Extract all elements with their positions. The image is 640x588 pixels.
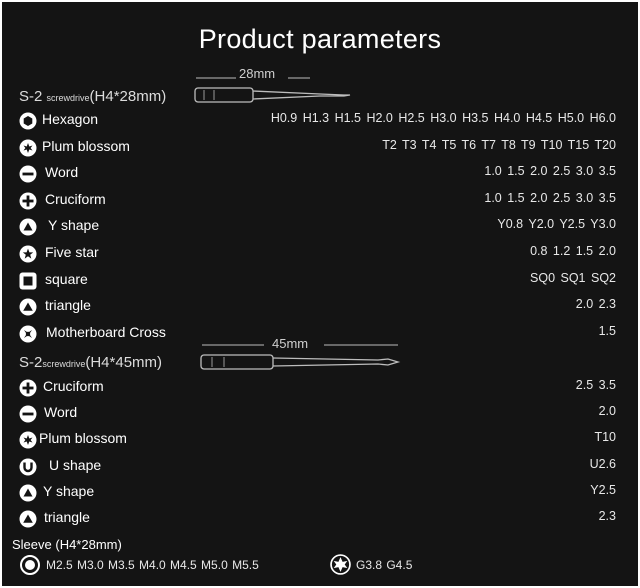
spec-values: 2.0: [598, 404, 616, 419]
five-star-icon: [19, 245, 37, 263]
section-subtitle-small: screwdrive: [42, 359, 86, 369]
triangle-icon: [19, 298, 37, 316]
motherboard-cross-icon: [19, 325, 37, 343]
spec-values: 1.0 1.5 2.0 2.5 3.0 3.5: [484, 190, 616, 205]
section-size: (H4*28mm): [89, 88, 167, 105]
spec-values: Y2.5: [590, 482, 616, 497]
spec-label: Hexagon: [42, 111, 99, 127]
spec-label: square: [45, 270, 88, 287]
spec-values: 2.0 2.3: [575, 297, 616, 312]
triangle-icon: [19, 510, 37, 528]
star-socket-icon: [330, 554, 351, 575]
spec-values: 0.8 1.2 1.5 2.0: [530, 244, 616, 258]
plum-blossom-icon: [19, 431, 37, 449]
spec-label: Y shape: [48, 217, 100, 234]
plum-blossom-icon: [19, 139, 37, 157]
spec-label: Cruciform: [43, 378, 104, 394]
spec-row: Y shape Y2.5: [2, 481, 638, 505]
product-parameters-panel: Product parameters S-2 screwdrive(H4*28m…: [2, 2, 638, 586]
section-prefix: S-2: [19, 88, 47, 105]
word-slot-icon: [19, 405, 37, 423]
spec-row: Plum blossom T10: [2, 428, 638, 452]
y-shape-icon: [19, 218, 37, 236]
u-shape-icon: [19, 458, 37, 476]
spec-label: Motherboard Cross: [46, 323, 166, 340]
spec-label: triangle: [45, 297, 91, 314]
screwdriver-bit-28mm-diagram: [194, 77, 351, 103]
spec-row: square SQ0 SQ1 SQ2: [2, 269, 638, 293]
spec-row: Y shape Y0.8 Y2.0 Y2.5 Y3.0: [2, 215, 638, 239]
section-subtitle-small: screwdrive: [46, 93, 90, 103]
spec-label: Cruciform: [45, 190, 106, 207]
section-header-45mm: S-2screwdrive(H4*45mm): [19, 354, 162, 372]
spec-row: triangle 2.0 2.3: [2, 295, 638, 319]
spec-row: Word 2.0: [2, 402, 638, 426]
spec-label: Plum blossom: [42, 137, 130, 154]
spec-row: triangle 2.3: [2, 507, 638, 531]
spec-row: Cruciform 1.0 1.5 2.0 2.5 3.0 3.5: [2, 189, 638, 213]
y-shape-icon: [19, 484, 37, 502]
spec-row: Word 1.0 1.5 2.0 2.5 3.0 3.5: [2, 162, 638, 186]
spec-values: U2.6: [589, 456, 616, 471]
page-title: Product parameters: [198, 24, 442, 54]
spec-values: 1.5: [598, 323, 616, 338]
sleeve-hex-values: M2.5 M3.0 M3.5 M4.0 M4.5 M5.0 M5.5: [46, 558, 259, 572]
square-icon: [19, 272, 37, 290]
spec-row: Hexagon H0.9 H1.3 H1.5 H2.0 H2.5 H3.0 H3.…: [2, 109, 638, 133]
spec-values: 2.3: [598, 509, 616, 523]
spec-label: Y shape: [43, 482, 95, 499]
section-header-28mm: S-2 screwdrive(H4*28mm): [19, 88, 166, 106]
spec-label: Word: [44, 404, 78, 421]
spec-values: Y0.8 Y2.0 Y2.5 Y3.0: [497, 217, 616, 232]
hexagon-icon: [19, 112, 37, 130]
spec-values: SQ0 SQ1 SQ2: [530, 270, 616, 285]
hex-socket-icon: [20, 555, 40, 575]
spec-values: H0.9 H1.3 H1.5 H2.0 H2.5 H3.0 H3.5 H4.0 …: [270, 111, 616, 125]
screwdriver-bit-45mm-diagram: [200, 344, 401, 370]
spec-values: T2 T3 T4 T5 T6 T7 T8 T9 T10 T15 T20: [382, 137, 616, 152]
spec-values: 1.0 1.5 2.0 2.5 3.0 3.5: [484, 164, 616, 179]
sleeve-header: Sleeve (H4*28mm): [12, 537, 122, 552]
spec-row: Cruciform 2.5 3.5: [2, 376, 638, 400]
spec-values: 2.5 3.5: [575, 378, 616, 392]
cruciform-icon: [19, 192, 37, 210]
spec-row: Five star 0.8 1.2 1.5 2.0: [2, 242, 638, 266]
section-size: (H4*45mm): [85, 354, 163, 371]
spec-row: Plum blossom T2 T3 T4 T5 T6 T7 T8 T9 T10 …: [2, 136, 638, 160]
sleeve-star-values: G3.8 G4.5: [356, 558, 413, 572]
cruciform-icon: [19, 379, 37, 397]
word-slot-icon: [19, 165, 37, 183]
spec-label: Plum blossom: [39, 430, 127, 447]
spec-row: U shape U2.6: [2, 455, 638, 479]
spec-label: Word: [45, 164, 79, 181]
spec-label: triangle: [44, 509, 90, 525]
spec-label: Five star: [45, 244, 99, 260]
spec-label: U shape: [49, 456, 102, 473]
spec-values: T10: [594, 430, 616, 445]
section-prefix: S-2: [19, 354, 43, 371]
